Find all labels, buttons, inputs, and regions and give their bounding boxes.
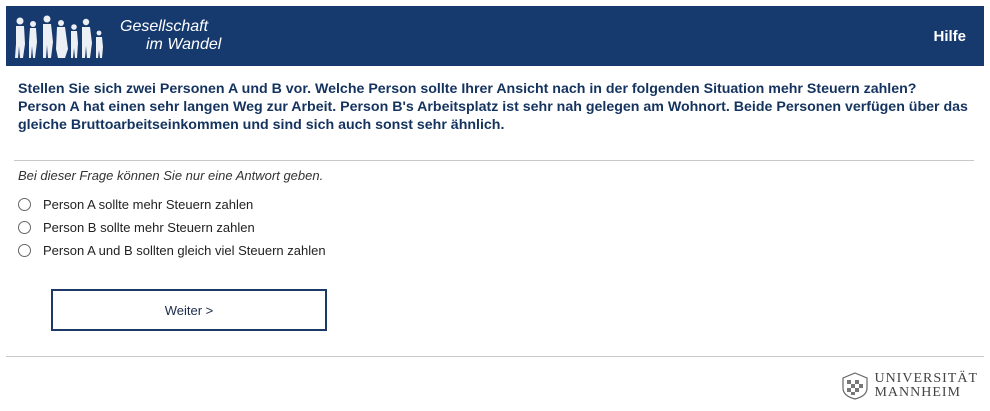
university-crest-icon bbox=[842, 372, 869, 400]
logo-line-2: im Wandel bbox=[146, 36, 222, 53]
logo-line-1: Gesellschaft bbox=[120, 18, 209, 35]
question-text: Stellen Sie sich zwei Personen A und B v… bbox=[18, 80, 978, 134]
next-button[interactable]: Weiter > bbox=[51, 289, 327, 331]
question-line-1: Stellen Sie sich zwei Personen A und B v… bbox=[18, 81, 917, 97]
option-label: Person B sollte mehr Steuern zahlen bbox=[43, 220, 255, 235]
option-label: Person A sollte mehr Steuern zahlen bbox=[43, 197, 254, 212]
footer-divider bbox=[6, 356, 984, 357]
divider bbox=[14, 160, 974, 161]
radio-button[interactable] bbox=[18, 244, 31, 257]
university-logo: UNIVERSITÄT MANNHEIM bbox=[840, 371, 978, 401]
answer-options: Person A sollte mehr Steuern zahlen Pers… bbox=[18, 193, 326, 262]
option-person-b[interactable]: Person B sollte mehr Steuern zahlen bbox=[18, 216, 326, 239]
radio-button[interactable] bbox=[18, 198, 31, 211]
university-line-2: MANNHEIM bbox=[874, 385, 962, 400]
header-bar: Gesellschaft im Wandel Hilfe bbox=[6, 6, 984, 66]
option-person-a[interactable]: Person A sollte mehr Steuern zahlen bbox=[18, 193, 326, 216]
option-label: Person A und B sollten gleich viel Steue… bbox=[43, 243, 326, 258]
answer-instruction: Bei dieser Frage können Sie nur eine Ant… bbox=[18, 168, 324, 183]
university-line-1: UNIVERSITÄT bbox=[874, 371, 978, 386]
logo-text: Gesellschaft im Wandel bbox=[120, 18, 221, 54]
option-equal[interactable]: Person A und B sollten gleich viel Steue… bbox=[18, 239, 326, 262]
help-link[interactable]: Hilfe bbox=[933, 28, 966, 45]
university-name: UNIVERSITÄT MANNHEIM bbox=[874, 372, 978, 400]
gesellschaft-im-wandel-logo: Gesellschaft im Wandel bbox=[6, 6, 246, 66]
people-silhouettes-icon bbox=[15, 15, 103, 58]
question-line-2: Person A hat einen sehr langen Weg zur A… bbox=[18, 99, 968, 133]
radio-button[interactable] bbox=[18, 221, 31, 234]
